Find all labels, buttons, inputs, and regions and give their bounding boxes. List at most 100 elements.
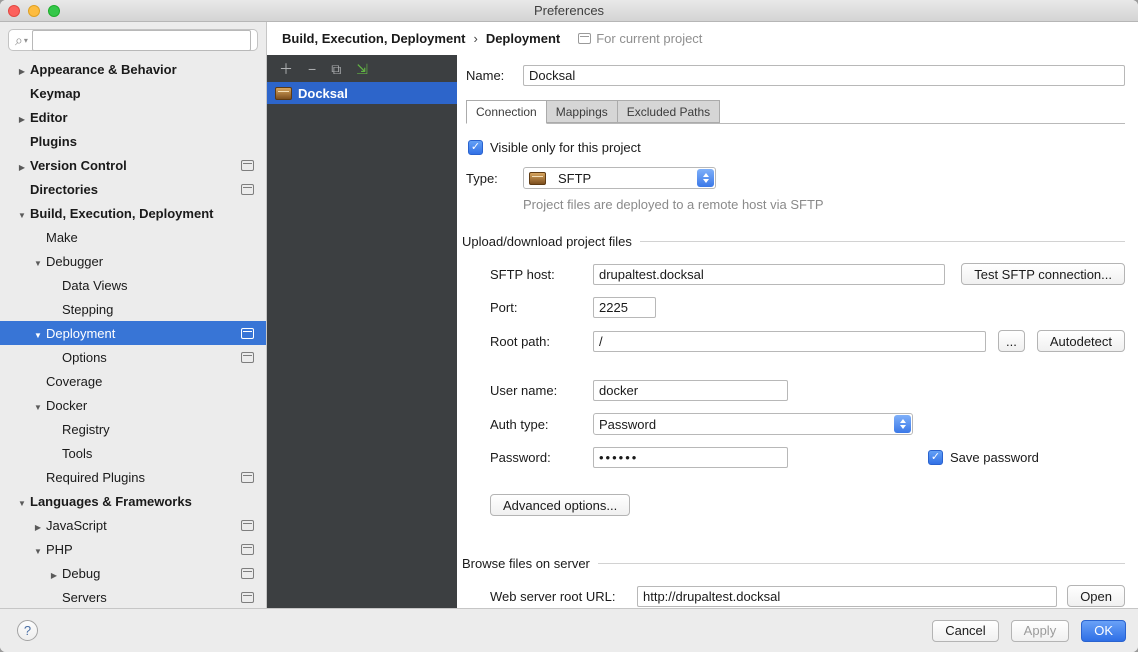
upload-section-header: Upload/download project files xyxy=(462,234,1125,249)
deployment-settings-panel: Name: Connection Mappings Excluded Paths… xyxy=(457,55,1138,608)
chevron-right-icon[interactable] xyxy=(14,158,30,173)
sidebar-item-debugger[interactable]: Debugger xyxy=(0,249,266,273)
port-row: Port: xyxy=(490,297,1125,318)
tab-connection[interactable]: Connection xyxy=(466,100,547,124)
tab-excluded-paths[interactable]: Excluded Paths xyxy=(617,100,720,123)
auth-type-value: Password xyxy=(599,417,888,432)
add-server-button[interactable]: ＋ xyxy=(279,62,293,76)
minimize-button[interactable] xyxy=(28,5,40,17)
sidebar-item-options[interactable]: Options xyxy=(0,345,266,369)
autodetect-button[interactable]: Autodetect xyxy=(1037,330,1125,352)
sidebar-item-label: Debugger xyxy=(46,254,103,269)
root-path-input[interactable] xyxy=(593,331,986,352)
close-button[interactable] xyxy=(8,5,20,17)
sidebar-item-plugins[interactable]: Plugins xyxy=(0,129,266,153)
sidebar-item-stepping[interactable]: Stepping xyxy=(0,297,266,321)
dialog-footer: ? Cancel Apply OK xyxy=(0,608,1138,652)
server-list-item[interactable]: Docksal xyxy=(267,82,457,104)
chevron-right-icon[interactable] xyxy=(30,518,46,533)
sidebar-item-label: Registry xyxy=(62,422,110,437)
chevron-down-icon[interactable] xyxy=(30,398,46,413)
auth-type-select[interactable]: Password xyxy=(593,413,913,435)
tab-mappings[interactable]: Mappings xyxy=(546,100,618,123)
sidebar-item-version-control[interactable]: Version Control xyxy=(0,153,266,177)
sidebar-item-required-plugins[interactable]: Required Plugins xyxy=(0,465,266,489)
sidebar-item-tools[interactable]: Tools xyxy=(0,441,266,465)
dropdown-stepper-icon[interactable] xyxy=(697,169,714,187)
breadcrumb-section[interactable]: Build, Execution, Deployment xyxy=(282,31,465,46)
apply-button[interactable]: Apply xyxy=(1011,620,1070,642)
sidebar-item-label: Languages & Frameworks xyxy=(30,494,192,509)
sidebar-item-servers[interactable]: Servers xyxy=(0,585,266,608)
type-hint-text: Project files are deployed to a remote h… xyxy=(523,197,1138,212)
server-list-panel: ＋ − ⧉ ⇲ Docksal xyxy=(267,55,457,608)
chevron-right-icon[interactable] xyxy=(46,566,62,581)
root-path-label: Root path: xyxy=(490,334,593,349)
user-name-input[interactable] xyxy=(593,380,788,401)
sidebar-item-label: Make xyxy=(46,230,78,245)
browse-root-path-button[interactable]: ... xyxy=(998,330,1025,352)
sidebar-item-debug[interactable]: Debug xyxy=(0,561,266,585)
sidebar-item-build-execution-deployment[interactable]: Build, Execution, Deployment xyxy=(0,201,266,225)
sidebar-item-appearance-behavior[interactable]: Appearance & Behavior xyxy=(0,57,266,81)
zoom-button[interactable] xyxy=(48,5,60,17)
sidebar-item-label: JavaScript xyxy=(46,518,107,533)
sidebar-item-registry[interactable]: Registry xyxy=(0,417,266,441)
cancel-button[interactable]: Cancel xyxy=(932,620,998,642)
open-button[interactable]: Open xyxy=(1067,585,1125,607)
advanced-options-button[interactable]: Advanced options... xyxy=(490,494,630,516)
help-button[interactable]: ? xyxy=(17,620,38,641)
project-config-icon xyxy=(241,352,254,363)
sidebar-item-editor[interactable]: Editor xyxy=(0,105,266,129)
dropdown-stepper-icon[interactable] xyxy=(894,415,911,433)
save-password-label: Save password xyxy=(950,450,1039,465)
ok-button[interactable]: OK xyxy=(1081,620,1126,642)
password-input[interactable] xyxy=(593,447,788,468)
sidebar-item-deployment[interactable]: Deployment xyxy=(0,321,266,345)
sidebar-item-coverage[interactable]: Coverage xyxy=(0,369,266,393)
chevron-down-icon[interactable] xyxy=(14,206,30,221)
copy-server-button[interactable]: ⧉ xyxy=(331,62,341,76)
sftp-server-icon xyxy=(275,87,292,100)
advanced-options-row: Advanced options... xyxy=(490,494,1125,516)
name-row: Name: xyxy=(466,65,1125,86)
save-password-checkbox[interactable] xyxy=(928,450,943,465)
sidebar-item-docker[interactable]: Docker xyxy=(0,393,266,417)
sidebar-item-directories[interactable]: Directories xyxy=(0,177,266,201)
sidebar-item-label: Plugins xyxy=(30,134,77,149)
name-input[interactable] xyxy=(523,65,1125,86)
sftp-host-input[interactable] xyxy=(593,264,945,285)
port-input[interactable] xyxy=(593,297,656,318)
test-sftp-connection-button[interactable]: Test SFTP connection... xyxy=(961,263,1125,285)
sidebar-item-make[interactable]: Make xyxy=(0,225,266,249)
user-name-label: User name: xyxy=(490,383,593,398)
sidebar-item-label: Debug xyxy=(62,566,100,581)
chevron-down-icon: ▾ xyxy=(24,36,28,45)
type-row: Type: SFTP xyxy=(466,167,1138,189)
search-input[interactable] xyxy=(32,30,251,51)
sidebar-item-keymap[interactable]: Keymap xyxy=(0,81,266,105)
search-field[interactable]: ⌕ ▾ xyxy=(8,29,258,51)
sidebar-item-label: Coverage xyxy=(46,374,102,389)
sidebar-item-php[interactable]: PHP xyxy=(0,537,266,561)
chevron-down-icon[interactable] xyxy=(30,542,46,557)
sidebar-item-label: Tools xyxy=(62,446,92,461)
chevron-down-icon[interactable] xyxy=(14,494,30,509)
chevron-right-icon[interactable] xyxy=(14,62,30,77)
chevron-down-icon[interactable] xyxy=(30,254,46,269)
name-label: Name: xyxy=(466,68,523,83)
sidebar-item-data-views[interactable]: Data Views xyxy=(0,273,266,297)
web-root-input[interactable] xyxy=(637,586,1057,607)
chevron-right-icon[interactable] xyxy=(14,110,30,125)
sidebar-item-javascript[interactable]: JavaScript xyxy=(0,513,266,537)
project-config-icon xyxy=(241,160,254,171)
server-name: Docksal xyxy=(298,86,348,101)
visible-project-checkbox[interactable] xyxy=(468,140,483,155)
import-servers-button[interactable]: ⇲ xyxy=(356,62,368,76)
project-config-icon xyxy=(241,328,254,339)
chevron-down-icon[interactable] xyxy=(30,326,46,341)
type-select[interactable]: SFTP xyxy=(523,167,716,189)
remove-server-button[interactable]: − xyxy=(308,62,316,76)
sidebar-item-languages-frameworks[interactable]: Languages & Frameworks xyxy=(0,489,266,513)
window-title: Preferences xyxy=(0,3,1138,18)
